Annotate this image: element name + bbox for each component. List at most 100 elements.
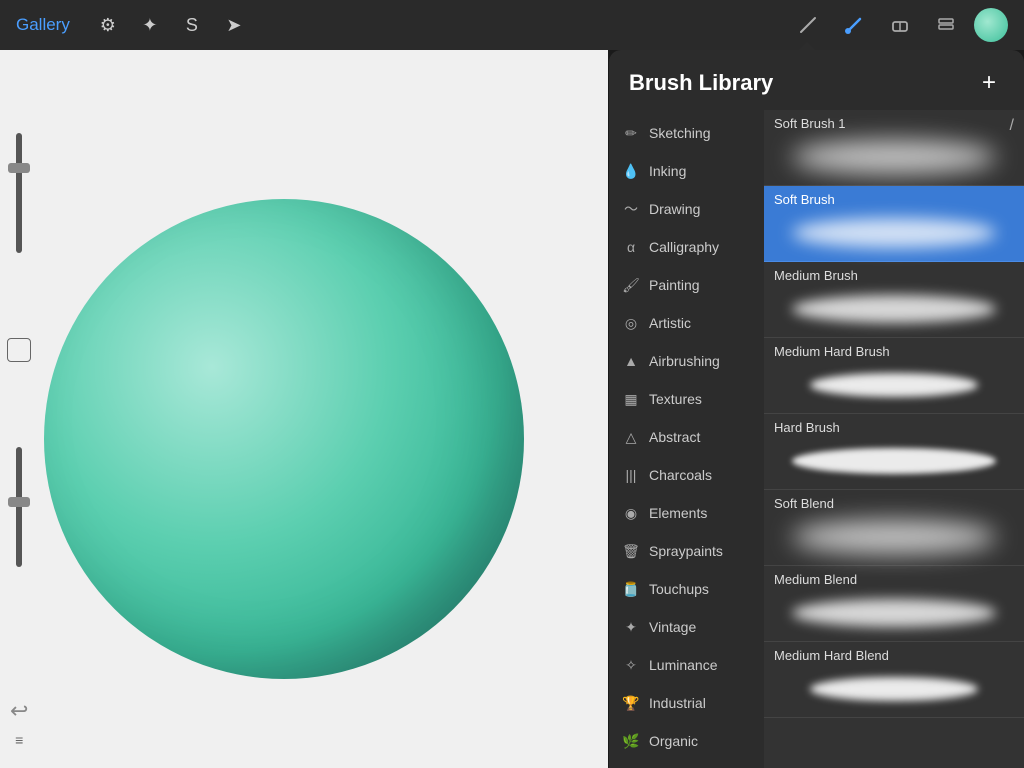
vintage-label: Vintage xyxy=(649,619,696,635)
pen-tool-icon[interactable] xyxy=(790,7,826,43)
charcoals-label: Charcoals xyxy=(649,467,712,483)
redo-button[interactable]: ≡ xyxy=(15,732,23,748)
brush-item-medium-hard-blend[interactable]: Medium Hard Blend xyxy=(764,642,1024,718)
brush-stroke-medium-blend xyxy=(792,599,996,627)
airbrushing-label: Airbrushing xyxy=(649,353,720,369)
smudge-icon[interactable]: S xyxy=(174,7,210,43)
charcoals-icon: ||| xyxy=(621,465,641,485)
category-item-painting[interactable]: 🖌Painting xyxy=(609,266,764,304)
brush-name-row-medium-blend: Medium Blend xyxy=(774,572,1014,591)
brush-list: Soft Brush 1 / Soft Brush Medium Brush Mediu… xyxy=(764,110,1024,768)
category-item-water[interactable]: 〰Water xyxy=(609,760,764,768)
drawing-label: Drawing xyxy=(649,201,700,217)
category-item-calligraphy[interactable]: αCalligraphy xyxy=(609,228,764,266)
brush-name-row-hard-brush: Hard Brush xyxy=(774,420,1014,439)
undo-button[interactable]: ↩ xyxy=(10,698,28,724)
avatar[interactable] xyxy=(974,8,1008,42)
brush-preview-medium-hard-blend xyxy=(774,667,1014,711)
bottom-controls: ↩ ≡ xyxy=(10,698,28,748)
category-item-textures[interactable]: ▦Textures xyxy=(609,380,764,418)
spraypaints-icon: 🗑 xyxy=(621,541,641,561)
size-slider-handle[interactable] xyxy=(8,163,30,173)
add-brush-button[interactable]: + xyxy=(974,68,1004,98)
brush-name-row-medium-hard-blend: Medium Hard Blend xyxy=(774,648,1014,667)
side-sliders xyxy=(0,50,38,650)
organic-label: Organic xyxy=(649,733,698,749)
vintage-icon: ✦ xyxy=(621,617,641,637)
category-item-luminance[interactable]: ✧Luminance xyxy=(609,646,764,684)
category-item-sketching[interactable]: ✏Sketching xyxy=(609,114,764,152)
settings-icon[interactable]: ⚙ xyxy=(90,7,126,43)
brush-name-medium-hard-brush: Medium Hard Brush xyxy=(774,344,890,359)
size-slider-track[interactable] xyxy=(16,133,22,253)
modify-icon[interactable]: ✦ xyxy=(132,7,168,43)
category-item-spraypaints[interactable]: 🗑 Spraypaints xyxy=(609,532,764,570)
category-item-drawing[interactable]: 〜Drawing xyxy=(609,190,764,228)
brush-name-medium-hard-blend: Medium Hard Blend xyxy=(774,648,889,663)
brush-preview-medium-hard-brush xyxy=(774,363,1014,407)
brush-stroke-soft-brush xyxy=(792,218,996,248)
artistic-label: Artistic xyxy=(649,315,691,331)
inking-icon: 💧 xyxy=(621,161,641,181)
gallery-button[interactable]: Gallery xyxy=(16,15,70,35)
eraser-tool-icon[interactable] xyxy=(882,7,918,43)
elements-icon: ◉ xyxy=(621,503,641,523)
brush-tool-icon[interactable] xyxy=(836,7,872,43)
brush-library-panel: Brush Library + ✏Sketching 💧 Inking 〜Drawin… xyxy=(609,50,1024,768)
opacity-slider-track[interactable] xyxy=(16,447,22,567)
touchups-label: Touchups xyxy=(649,581,709,597)
brush-name-row-soft-blend: Soft Blend xyxy=(774,496,1014,515)
brush-preview-soft-brush-1 xyxy=(774,135,1014,179)
brush-item-hard-brush[interactable]: Hard Brush xyxy=(764,414,1024,490)
brush-name-medium-blend: Medium Blend xyxy=(774,572,857,587)
brush-item-medium-hard-brush[interactable]: Medium Hard Brush xyxy=(764,338,1024,414)
toolbar: Gallery ⚙ ✦ S ➤ xyxy=(0,0,1024,50)
category-item-elements[interactable]: ◉ Elements xyxy=(609,494,764,532)
category-item-industrial[interactable]: 🏆Industrial xyxy=(609,684,764,722)
category-item-vintage[interactable]: ✦ Vintage xyxy=(609,608,764,646)
category-item-organic[interactable]: 🌿Organic xyxy=(609,722,764,760)
opacity-slider-handle[interactable] xyxy=(8,497,30,507)
canvas-area xyxy=(0,50,608,768)
category-item-inking[interactable]: 💧 Inking xyxy=(609,152,764,190)
select-icon[interactable]: ➤ xyxy=(216,7,252,43)
brush-name-soft-brush-1: Soft Brush 1 xyxy=(774,116,846,131)
spraypaints-label: Spraypaints xyxy=(649,543,723,559)
brush-stroke-medium-brush xyxy=(792,295,996,323)
panel-title: Brush Library xyxy=(629,70,773,96)
category-item-artistic[interactable]: ◎ Artistic xyxy=(609,304,764,342)
brush-name-row-soft-brush: Soft Brush xyxy=(774,192,1014,211)
textures-label: Textures xyxy=(649,391,702,407)
panel-arrow xyxy=(797,42,817,52)
category-item-charcoals[interactable]: ||| Charcoals xyxy=(609,456,764,494)
brush-preview-soft-brush xyxy=(774,211,1014,255)
brush-item-soft-brush-1[interactable]: Soft Brush 1 / xyxy=(764,110,1024,186)
elements-label: Elements xyxy=(649,505,707,521)
calligraphy-icon: α xyxy=(621,237,641,257)
brush-item-medium-blend[interactable]: Medium Blend xyxy=(764,566,1024,642)
brush-item-medium-brush[interactable]: Medium Brush xyxy=(764,262,1024,338)
canvas-circle xyxy=(44,199,524,679)
brush-check-soft-brush-1: / xyxy=(1010,117,1014,135)
touchups-icon: 🫙 xyxy=(621,579,641,599)
brush-name-row-medium-brush: Medium Brush xyxy=(774,268,1014,287)
brush-item-soft-brush[interactable]: Soft Brush xyxy=(764,186,1024,262)
category-item-touchups[interactable]: 🫙 Touchups xyxy=(609,570,764,608)
industrial-icon: 🏆 xyxy=(621,693,641,713)
category-item-abstract[interactable]: △Abstract xyxy=(609,418,764,456)
artistic-icon: ◎ xyxy=(621,313,641,333)
layers-icon[interactable] xyxy=(928,7,964,43)
category-item-airbrushing[interactable]: ▲Airbrushing xyxy=(609,342,764,380)
painting-label: Painting xyxy=(649,277,700,293)
brush-stroke-soft-blend xyxy=(792,520,996,554)
panel-header: Brush Library + xyxy=(609,50,1024,110)
brush-name-soft-blend: Soft Blend xyxy=(774,496,834,511)
brush-name-medium-brush: Medium Brush xyxy=(774,268,858,283)
luminance-icon: ✧ xyxy=(621,655,641,675)
brush-item-soft-blend[interactable]: Soft Blend xyxy=(764,490,1024,566)
abstract-icon: △ xyxy=(621,427,641,447)
toolbar-right xyxy=(790,7,1008,43)
brush-stroke-medium-hard-brush xyxy=(810,373,978,397)
square-tool-button[interactable] xyxy=(7,338,31,362)
inking-label: Inking xyxy=(649,163,686,179)
